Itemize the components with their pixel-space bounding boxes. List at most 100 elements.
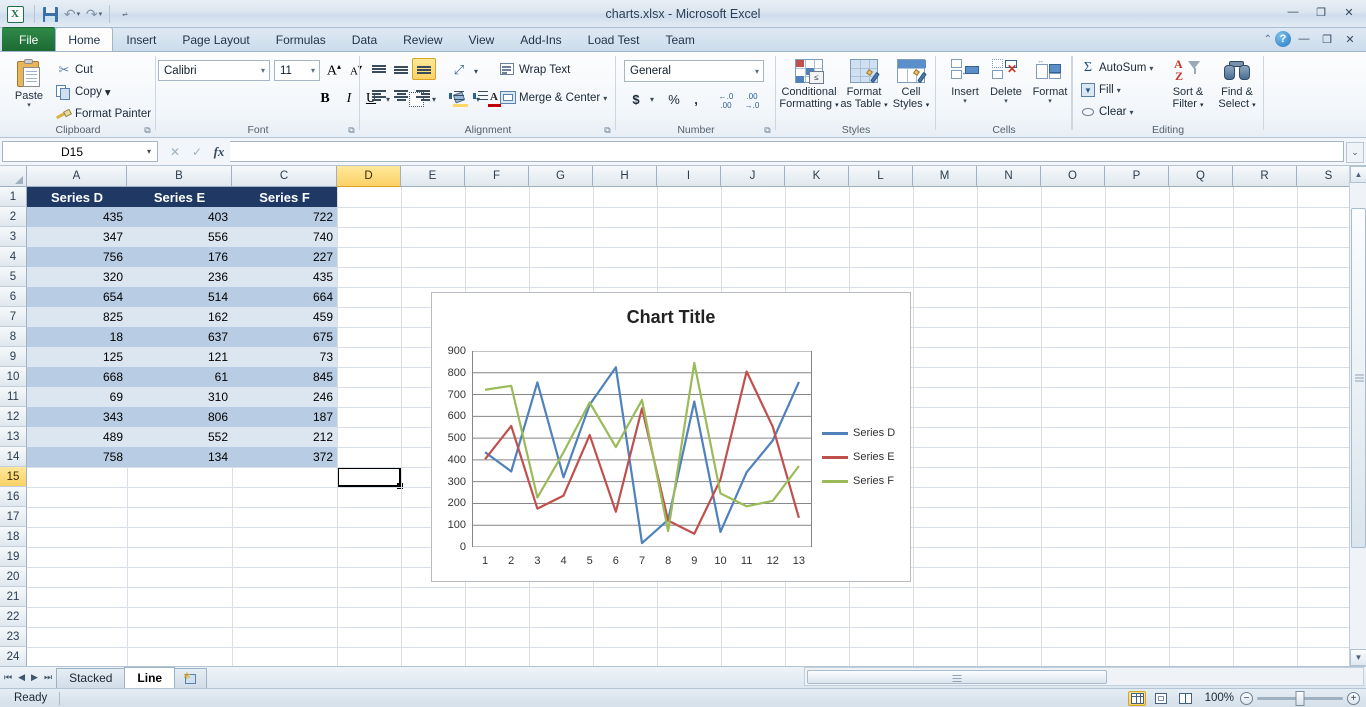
chart-legend[interactable]: Series DSeries ESeries F — [822, 421, 895, 493]
last-sheet-button[interactable]: ⏭ — [44, 672, 52, 683]
column-header-b[interactable]: B — [127, 166, 232, 187]
copy-button[interactable]: Copy ▾ — [56, 82, 111, 102]
bold-button[interactable]: B — [314, 88, 336, 110]
cell-b13[interactable]: 552 — [127, 427, 232, 447]
align-top-button[interactable] — [368, 60, 390, 80]
insert-cells-button[interactable]: ← Insert ▾ — [944, 56, 986, 105]
chart-series-1[interactable] — [485, 367, 799, 543]
row-header-14[interactable]: 14 — [0, 447, 27, 467]
customize-qat-button[interactable]: ⩫ — [114, 3, 136, 25]
first-sheet-button[interactable]: ⏮ — [4, 672, 12, 683]
decrease-decimal-button[interactable]: .00→.0 — [740, 88, 764, 110]
cell-b5[interactable]: 236 — [127, 267, 232, 287]
row-header-7[interactable]: 7 — [0, 307, 27, 327]
cell-c1[interactable]: Series F — [232, 187, 337, 207]
column-header-a[interactable]: A — [27, 166, 127, 187]
cell-b2[interactable]: 403 — [127, 207, 232, 227]
paste-button[interactable]: Paste ▾ — [6, 58, 52, 109]
cell-a4[interactable]: 756 — [27, 247, 127, 267]
workbook-minimize-button[interactable]: — — [1294, 30, 1314, 48]
minimize-ribbon-button[interactable]: ⌃ — [1264, 34, 1272, 45]
row-header-9[interactable]: 9 — [0, 347, 27, 367]
row-header-22[interactable]: 22 — [0, 607, 27, 627]
tab-formulas[interactable]: Formulas — [263, 28, 339, 51]
tab-team[interactable]: Team — [652, 28, 707, 51]
wrap-text-button[interactable]: Wrap Text — [500, 60, 570, 80]
cell-a1[interactable]: Series D — [27, 187, 127, 207]
font-name-combo[interactable]: Calibri ▾ — [158, 60, 270, 81]
zoom-slider-track[interactable] — [1257, 697, 1343, 700]
format-cells-button[interactable]: ↔ Format ▾ — [1028, 56, 1072, 105]
alignment-dialog-launcher[interactable]: ⧉ — [602, 125, 613, 136]
cell-b7[interactable]: 162 — [127, 307, 232, 327]
cell-b10[interactable]: 61 — [127, 367, 232, 387]
cell-c12[interactable]: 187 — [232, 407, 337, 427]
delete-cells-button[interactable]: ✕ Delete ▾ — [984, 56, 1028, 105]
prev-sheet-button[interactable]: ◀ — [18, 672, 25, 683]
column-header-f[interactable]: F — [465, 166, 529, 187]
row-header-21[interactable]: 21 — [0, 587, 27, 607]
row-header-16[interactable]: 16 — [0, 487, 27, 507]
cell-c2[interactable]: 722 — [232, 207, 337, 227]
legend-item-3[interactable]: Series F — [822, 469, 895, 493]
grow-font-button[interactable]: A▴ — [324, 60, 344, 81]
clipboard-dialog-launcher[interactable]: ⧉ — [142, 125, 153, 136]
cell-a2[interactable]: 435 — [27, 207, 127, 227]
column-header-r[interactable]: R — [1233, 166, 1297, 187]
page-break-preview-button[interactable] — [1176, 691, 1194, 706]
row-header-10[interactable]: 10 — [0, 367, 27, 387]
cell-a5[interactable]: 320 — [27, 267, 127, 287]
scroll-down-button[interactable]: ▼ — [1350, 649, 1366, 666]
sheet-tab-line[interactable]: Line — [124, 667, 175, 688]
column-header-m[interactable]: M — [913, 166, 977, 187]
align-middle-button[interactable] — [390, 60, 412, 80]
tab-load-test[interactable]: Load Test — [575, 28, 653, 51]
horizontal-scroll-thumb[interactable] — [807, 670, 1107, 684]
cell-c3[interactable]: 740 — [232, 227, 337, 247]
next-sheet-button[interactable]: ▶ — [31, 672, 38, 683]
column-header-d[interactable]: D — [337, 166, 401, 187]
maximize-button[interactable]: ❐ — [1308, 3, 1334, 21]
horizontal-scrollbar[interactable] — [804, 667, 1364, 686]
workbook-restore-button[interactable]: ❐ — [1317, 30, 1337, 48]
column-header-j[interactable]: J — [721, 166, 785, 187]
expand-formula-bar-button[interactable]: ⌄ — [1346, 142, 1364, 163]
conditional-formatting-button[interactable]: ≤ Conditional Formatting ▾ — [778, 56, 840, 111]
name-box-chevron-down-icon[interactable]: ▾ — [141, 147, 157, 156]
enter-formula-button[interactable]: ✓ — [186, 141, 208, 162]
font-dialog-launcher[interactable]: ⧉ — [346, 125, 357, 136]
cell-a10[interactable]: 668 — [27, 367, 127, 387]
cell-c11[interactable]: 246 — [232, 387, 337, 407]
insert-function-button[interactable]: fx — [208, 141, 230, 162]
column-header-p[interactable]: P — [1105, 166, 1169, 187]
row-header-23[interactable]: 23 — [0, 627, 27, 647]
currency-chevron-down-icon[interactable]: ▾ — [646, 90, 658, 108]
number-format-combo[interactable]: General ▾ — [624, 60, 764, 82]
scroll-up-button[interactable]: ▲ — [1350, 166, 1366, 183]
row-header-5[interactable]: 5 — [0, 267, 27, 287]
normal-view-button[interactable] — [1128, 691, 1146, 706]
row-header-8[interactable]: 8 — [0, 327, 27, 347]
align-center-button[interactable] — [390, 86, 412, 106]
cell-c4[interactable]: 227 — [232, 247, 337, 267]
orientation-button[interactable]: ⤢ — [448, 60, 470, 80]
row-header-13[interactable]: 13 — [0, 427, 27, 447]
row-header-4[interactable]: 4 — [0, 247, 27, 267]
tab-home[interactable]: Home — [55, 27, 113, 51]
align-right-button[interactable] — [412, 86, 434, 106]
column-header-c[interactable]: C — [232, 166, 337, 187]
cell-a3[interactable]: 347 — [27, 227, 127, 247]
row-header-3[interactable]: 3 — [0, 227, 27, 247]
cell-c13[interactable]: 212 — [232, 427, 337, 447]
cell-c6[interactable]: 664 — [232, 287, 337, 307]
cell-b14[interactable]: 134 — [127, 447, 232, 467]
sort-filter-button[interactable]: AZ Sort & Filter ▾ — [1164, 56, 1212, 111]
formula-input[interactable] — [230, 141, 1344, 162]
cell-c7[interactable]: 459 — [232, 307, 337, 327]
tab-insert[interactable]: Insert — [113, 28, 169, 51]
cut-button[interactable]: ✂ Cut — [56, 60, 93, 80]
workbook-close-button[interactable]: ✕ — [1340, 30, 1360, 48]
cell-a7[interactable]: 825 — [27, 307, 127, 327]
row-header-12[interactable]: 12 — [0, 407, 27, 427]
autosum-button[interactable]: Σ AutoSum ▾ — [1080, 58, 1153, 78]
